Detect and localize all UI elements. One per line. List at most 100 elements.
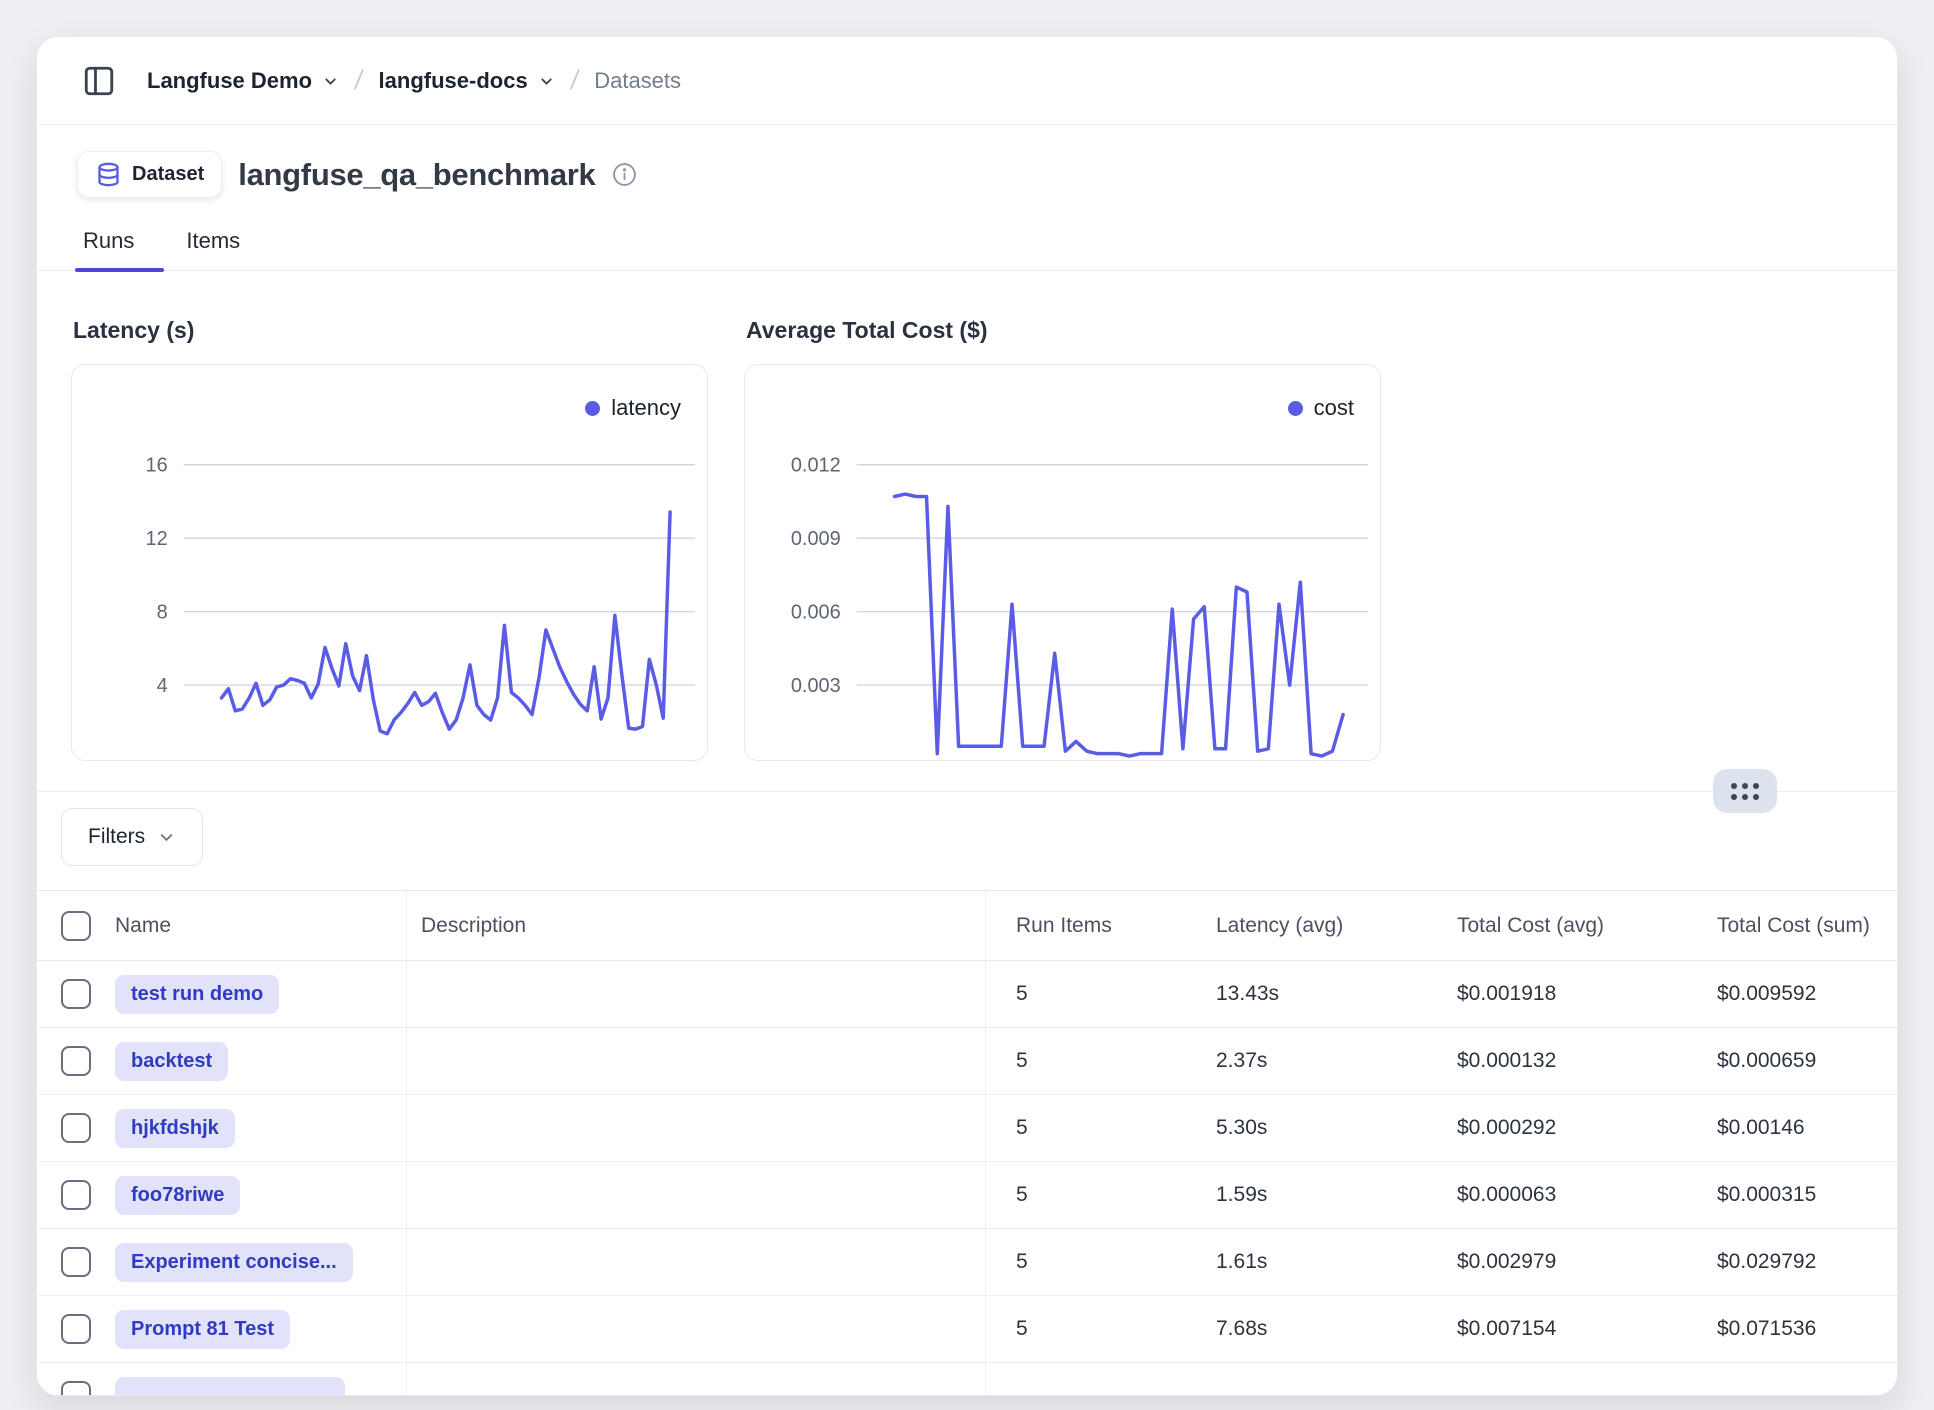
svg-text:0.003: 0.003	[791, 675, 841, 697]
run-description	[407, 1363, 986, 1396]
latency-avg-value: 1.61s	[1186, 1229, 1427, 1295]
run-name-badge[interactable]	[115, 1377, 345, 1396]
latency-avg-value: 1.59s	[1186, 1162, 1427, 1228]
dataset-type-badge: Dataset	[77, 151, 222, 198]
column-header-total-cost-sum[interactable]: Total Cost (sum)	[1687, 891, 1897, 960]
table-row: foo78riwe 5 1.59s $0.000063 $0.000315	[37, 1162, 1897, 1229]
row-checkbox[interactable]	[61, 979, 91, 1009]
tab-items[interactable]: Items	[182, 228, 244, 270]
total-cost-avg-value: $0.000132	[1427, 1028, 1687, 1094]
table-header: Name Description Run Items Latency (avg)…	[37, 891, 1897, 961]
latency-chart-title: Latency (s)	[73, 317, 708, 344]
svg-text:0.009: 0.009	[791, 528, 841, 550]
legend-dot-icon	[1288, 401, 1303, 416]
total-cost-avg-value: $0.000292	[1427, 1095, 1687, 1161]
cost-chart: 0.012 0.009 0.006 0.003 cost	[744, 364, 1381, 761]
svg-text:8: 8	[157, 602, 168, 624]
total-cost-sum-value: $0.00146	[1687, 1095, 1897, 1161]
run-items-value	[986, 1363, 1186, 1396]
run-items-value: 5	[986, 1028, 1186, 1094]
column-header-total-cost-avg[interactable]: Total Cost (avg)	[1427, 891, 1687, 960]
total-cost-sum-value: $0.009592	[1687, 961, 1897, 1027]
chevron-down-icon	[157, 828, 176, 847]
run-name-badge[interactable]: test run demo	[115, 975, 279, 1014]
breadcrumb-page[interactable]: Datasets	[594, 68, 681, 94]
svg-text:16: 16	[146, 455, 168, 477]
legend-label: cost	[1314, 395, 1354, 421]
run-description	[407, 1162, 986, 1228]
chevron-down-icon	[538, 73, 555, 90]
page-title: langfuse_qa_benchmark	[238, 157, 595, 193]
total-cost-avg-value: $0.002979	[1427, 1229, 1687, 1295]
column-header-name[interactable]: Name	[111, 891, 407, 960]
run-name-badge[interactable]: foo78riwe	[115, 1176, 240, 1215]
charts-section: Latency (s) 161284 latency Average Total…	[37, 271, 1897, 761]
breadcrumb-project[interactable]: Langfuse Demo	[147, 68, 339, 94]
breadcrumb-page-label: Datasets	[594, 68, 681, 94]
run-items-value: 5	[986, 1095, 1186, 1161]
row-checkbox[interactable]	[61, 1113, 91, 1143]
total-cost-sum-value: $0.029792	[1687, 1229, 1897, 1295]
run-name-badge[interactable]: hjkfdshjk	[115, 1109, 235, 1148]
latency-avg-value: 7.68s	[1186, 1296, 1427, 1362]
run-description	[407, 1296, 986, 1362]
run-description	[407, 1095, 986, 1161]
legend-label: latency	[611, 395, 681, 421]
total-cost-sum-value	[1687, 1363, 1897, 1396]
row-checkbox[interactable]	[61, 1381, 91, 1396]
column-header-run-items[interactable]: Run Items	[986, 891, 1186, 960]
sidebar-toggle-button[interactable]	[77, 59, 121, 103]
latency-line-chart: 16 12 8 4	[72, 365, 707, 761]
breadcrumb-project-label: Langfuse Demo	[147, 68, 312, 94]
column-header-description[interactable]: Description	[407, 891, 986, 960]
cost-legend: cost	[1288, 395, 1354, 421]
filters-button[interactable]: Filters	[61, 808, 203, 866]
breadcrumb: Langfuse Demo / langfuse-docs / Datasets	[37, 37, 1897, 125]
resize-handle[interactable]	[1713, 769, 1777, 813]
total-cost-sum-value: $0.000659	[1687, 1028, 1897, 1094]
table-row: hjkfdshjk 5 5.30s $0.000292 $0.00146	[37, 1095, 1897, 1162]
tab-runs[interactable]: Runs	[79, 228, 138, 270]
runs-table: Name Description Run Items Latency (avg)…	[37, 890, 1897, 1396]
panel-left-icon	[82, 64, 116, 98]
database-icon	[95, 161, 122, 188]
row-checkbox[interactable]	[61, 1046, 91, 1076]
run-items-value: 5	[986, 1229, 1186, 1295]
svg-text:12: 12	[146, 528, 168, 550]
latency-avg-value: 2.37s	[1186, 1028, 1427, 1094]
total-cost-sum-value: $0.000315	[1687, 1162, 1897, 1228]
run-description	[407, 1028, 986, 1094]
latency-chart: 16 12 8 4 latency	[71, 364, 708, 761]
run-name-badge[interactable]: Experiment concise...	[115, 1243, 353, 1282]
row-checkbox[interactable]	[61, 1180, 91, 1210]
table-row: test run demo 5 13.43s $0.001918 $0.0095…	[37, 961, 1897, 1028]
breadcrumb-org-label: langfuse-docs	[379, 68, 528, 94]
select-all-checkbox[interactable]	[61, 911, 91, 941]
table-row: backtest 5 2.37s $0.000132 $0.000659	[37, 1028, 1897, 1095]
grip-dots-icon	[1731, 783, 1759, 800]
info-icon[interactable]	[612, 162, 637, 187]
svg-text:0.006: 0.006	[791, 602, 841, 624]
run-name-badge[interactable]: backtest	[115, 1042, 228, 1081]
run-items-value: 5	[986, 1162, 1186, 1228]
svg-text:0.012: 0.012	[791, 455, 841, 477]
run-description	[407, 961, 986, 1027]
run-name-badge[interactable]: Prompt 81 Test	[115, 1310, 290, 1349]
total-cost-sum-value: $0.071536	[1687, 1296, 1897, 1362]
legend-dot-icon	[585, 401, 600, 416]
total-cost-avg-value: $0.000063	[1427, 1162, 1687, 1228]
svg-text:4: 4	[157, 675, 168, 697]
row-checkbox[interactable]	[61, 1247, 91, 1277]
tab-bar: Runs Items	[37, 228, 1897, 271]
filters-row: Filters	[37, 792, 1897, 866]
table-row	[37, 1363, 1897, 1396]
column-header-latency-avg[interactable]: Latency (avg)	[1186, 891, 1427, 960]
breadcrumb-org[interactable]: langfuse-docs	[379, 68, 555, 94]
cost-line-chart: 0.012 0.009 0.006 0.003	[745, 365, 1380, 761]
row-checkbox[interactable]	[61, 1314, 91, 1344]
breadcrumb-separator: /	[353, 65, 365, 96]
table-body: test run demo 5 13.43s $0.001918 $0.0095…	[37, 961, 1897, 1396]
run-description	[407, 1229, 986, 1295]
main-panel: Langfuse Demo / langfuse-docs / Datasets…	[36, 36, 1898, 1396]
table-row: Prompt 81 Test 5 7.68s $0.007154 $0.0715…	[37, 1296, 1897, 1363]
